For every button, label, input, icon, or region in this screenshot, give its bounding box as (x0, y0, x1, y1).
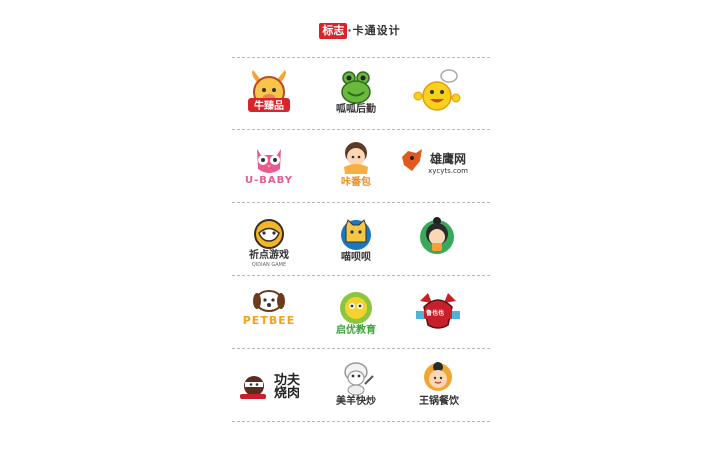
logo-kafanbao: 咔番包 (313, 131, 399, 203)
logo-petbee: PETBEE (226, 277, 312, 349)
logo-chef-smiley (398, 58, 484, 130)
logo-label: 雄鹰网 (429, 152, 466, 166)
logo-qiyou: 启优教育 (313, 277, 399, 349)
logo-label: 启优教育 (336, 325, 376, 336)
logo-label: 功夫烧肉 (274, 373, 301, 401)
logo-qidian: 祈点游戏 QIDIAN GAME (226, 204, 312, 276)
logo-label: 喵呗呗 (341, 252, 371, 263)
sheep-chef-icon (344, 362, 374, 396)
title-tag: 标志 (319, 22, 348, 39)
chick-icon (340, 292, 372, 324)
cow-mascot-icon (248, 70, 290, 112)
owl-icon (257, 149, 281, 173)
logo-label: PETBEE (242, 314, 296, 327)
dog-icon (253, 290, 285, 312)
logo-guagua: 呱呱后勤 (313, 58, 399, 130)
smiley-chef-icon (413, 69, 461, 111)
logo-label: 美羊快炒 (336, 396, 376, 407)
logo-xiongying: 雄鹰网 xycyts.com (398, 131, 484, 203)
logo-label: 鲁也也 (425, 310, 444, 317)
logo-label: U-BABY (245, 175, 293, 186)
logo-luyeye: 鲁也也 (398, 277, 484, 349)
frog-mascot-icon (341, 71, 371, 104)
logo-label: 咔番包 (341, 177, 371, 188)
logo-ubaby: U-BABY (226, 131, 312, 203)
logo-miaobeibei: 喵呗呗 (313, 204, 399, 276)
girl-mascot-icon (344, 142, 368, 174)
logo-sublabel: QIDIAN GAME (251, 262, 287, 268)
logo-meiyang: 美羊快炒 (313, 350, 399, 422)
logo-gongfu: 功夫烧肉 (226, 350, 312, 422)
logo-label: 王锅餐饮 (419, 396, 459, 407)
chef-boy-icon (424, 362, 452, 391)
girl-drink-icon (420, 217, 454, 254)
logo-niuzhenpin: 牛臻品 (226, 58, 312, 130)
cat-icon (341, 219, 371, 250)
logo-label: 牛臻品 (254, 101, 284, 112)
page-header: 标志 ·卡通设计 (0, 20, 720, 39)
logo-label: 呱呱后勤 (336, 104, 376, 115)
logo-sublabel: xycyts.com (428, 167, 468, 175)
logo-label: 祈点游戏 (249, 250, 289, 261)
page-title: ·卡通设计 (347, 24, 401, 37)
logo-girl-drink (398, 204, 484, 276)
logo-wangguo: 王锅餐饮 (398, 350, 484, 422)
